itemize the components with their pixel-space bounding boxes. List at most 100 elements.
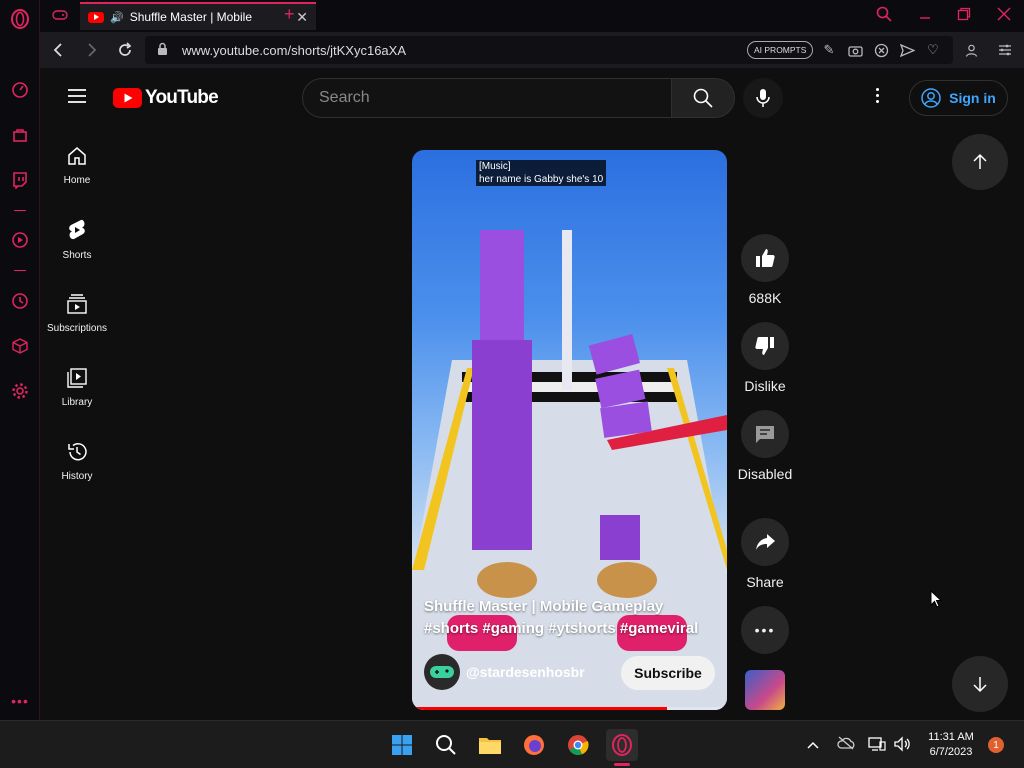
system-clock[interactable]: 11:31 AM 6/7/2023 — [918, 730, 984, 760]
sidebar-item-library[interactable]: Library — [40, 350, 114, 424]
sidebar-item-label: Shorts — [62, 249, 92, 261]
easy-setup-icon[interactable] — [996, 41, 1014, 59]
windows-start-icon[interactable] — [386, 729, 418, 761]
tab-bar: 🔊 Shuffle Master | Mobile ✕ + — [40, 0, 1024, 32]
arrow-down-icon — [973, 677, 987, 693]
camera-icon[interactable] — [846, 41, 864, 59]
file-explorer-icon[interactable] — [474, 729, 506, 761]
video-progress-bar[interactable] — [412, 707, 727, 710]
tab-active[interactable]: 🔊 Shuffle Master | Mobile ✕ — [80, 2, 316, 30]
gamepad-avatar-icon — [430, 666, 454, 678]
home-icon — [68, 146, 86, 165]
audio-playing-icon[interactable]: 🔊 — [110, 11, 124, 24]
more-dots-icon[interactable]: ••• — [9, 690, 31, 712]
next-short-button[interactable] — [952, 656, 1008, 712]
opera-logo-icon[interactable] — [9, 8, 31, 30]
ai-prompts-button[interactable]: AI PROMPTS — [747, 41, 814, 59]
edit-icon[interactable]: ✎ — [820, 41, 838, 59]
opera-sidebar: ••• — [0, 0, 40, 720]
sidebar-item-label: Library — [61, 396, 93, 408]
channel-row: @stardesenhosbr Subscribe — [424, 654, 715, 690]
youtube-logo[interactable]: YouTube — [113, 87, 219, 109]
back-icon[interactable] — [52, 42, 66, 63]
like-count: 688K — [748, 290, 782, 306]
youtube-favicon-icon — [88, 11, 104, 23]
history-clock-icon[interactable] — [9, 290, 31, 312]
tab-close-icon[interactable]: ✕ — [296, 9, 308, 26]
sign-in-button[interactable]: Sign in — [909, 80, 1008, 116]
search-icon — [693, 88, 713, 108]
shopping-bag-icon[interactable] — [9, 124, 31, 146]
settings-gear-icon[interactable] — [9, 380, 31, 402]
url-text: www.youtube.com/shorts/jtKXyc16aXA — [182, 42, 406, 58]
sound-thumbnail[interactable] — [745, 670, 785, 710]
gamepad-icon[interactable] — [52, 8, 68, 27]
tray-chevron-up-icon[interactable] — [806, 737, 820, 755]
previous-short-button[interactable] — [952, 134, 1008, 190]
twitch-icon[interactable] — [9, 169, 31, 191]
adblock-icon[interactable] — [872, 41, 890, 59]
subscriptions-icon — [67, 293, 87, 314]
dislike-button[interactable] — [741, 322, 789, 370]
search-button[interactable] — [671, 78, 735, 118]
player-icon[interactable] — [9, 229, 31, 251]
opera-gx-taskbar-icon[interactable] — [606, 729, 638, 761]
restore-icon[interactable] — [957, 7, 971, 26]
forward-icon[interactable] — [84, 42, 98, 63]
search-tabs-icon[interactable] — [876, 6, 892, 27]
network-icon[interactable] — [868, 736, 886, 757]
send-icon[interactable] — [898, 41, 916, 59]
sidebar-item-history[interactable]: History — [40, 424, 114, 498]
search-input[interactable]: Search — [302, 78, 672, 118]
caption-line: [Music] — [479, 161, 511, 172]
library-icon — [67, 367, 87, 388]
more-horizontal-icon: ••• — [754, 622, 776, 638]
like-button[interactable] — [741, 234, 789, 282]
notification-badge[interactable]: 1 — [988, 737, 1004, 753]
firefox-icon[interactable] — [518, 729, 550, 761]
mouse-cursor-icon — [930, 589, 943, 613]
extensions-cube-icon[interactable] — [9, 335, 31, 357]
volume-icon[interactable] — [893, 736, 911, 757]
channel-avatar[interactable] — [424, 654, 460, 690]
new-tab-icon[interactable]: + — [284, 4, 295, 25]
menu-hamburger-icon[interactable] — [68, 89, 86, 108]
sidebar-item-shorts[interactable]: Shorts — [40, 202, 114, 276]
chrome-icon[interactable] — [562, 729, 594, 761]
comments-button[interactable] — [741, 410, 789, 458]
tab-title: Shuffle Master | Mobile — [129, 10, 252, 24]
heart-icon[interactable]: ♡ — [924, 41, 942, 59]
voice-search-button[interactable] — [743, 78, 783, 118]
taskbar-search-icon[interactable] — [430, 729, 462, 761]
shorts-video-player[interactable]: [Music] her name is Gabby she's 10 Shuff… — [412, 150, 727, 710]
like-action: 688K — [735, 234, 795, 308]
onedrive-icon[interactable] — [836, 736, 856, 755]
video-title[interactable]: Shuffle Master | Mobile Gameplay #shorts… — [424, 596, 719, 640]
sidebar-item-label: Home — [63, 174, 91, 186]
comments-action: Disabled — [735, 410, 795, 484]
more-action: ••• — [735, 606, 795, 654]
share-action: Share — [735, 518, 795, 592]
speed-dial-icon[interactable] — [9, 79, 31, 101]
window-close-icon[interactable] — [997, 7, 1011, 26]
subscribe-button[interactable]: Subscribe — [621, 656, 715, 690]
sidebar-item-home[interactable]: Home — [40, 128, 114, 202]
share-button[interactable] — [741, 518, 789, 566]
more-options-button[interactable]: ••• — [741, 606, 789, 654]
minimize-icon[interactable] — [918, 6, 932, 25]
share-arrow-icon — [756, 534, 775, 550]
sidebar-item-subscriptions[interactable]: Subscriptions — [40, 276, 114, 350]
closed-caption: [Music] her name is Gabby she's 10 — [476, 160, 607, 186]
channel-name[interactable]: @stardesenhosbr — [466, 664, 585, 680]
dislike-action: Dislike — [735, 322, 795, 396]
lock-icon[interactable] — [157, 42, 168, 58]
caption-line: her name is Gabby she's 10 — [479, 174, 604, 185]
thumbs-down-icon — [755, 337, 774, 355]
profile-icon[interactable] — [962, 41, 980, 59]
clock-date: 6/7/2023 — [929, 746, 973, 758]
comments-label: Disabled — [737, 466, 793, 482]
address-bar: www.youtube.com/shorts/jtKXyc16aXA AI PR… — [40, 32, 1024, 68]
reload-icon[interactable] — [117, 42, 133, 63]
settings-kebab-icon[interactable] — [876, 88, 879, 103]
thumbs-up-icon — [756, 249, 775, 267]
